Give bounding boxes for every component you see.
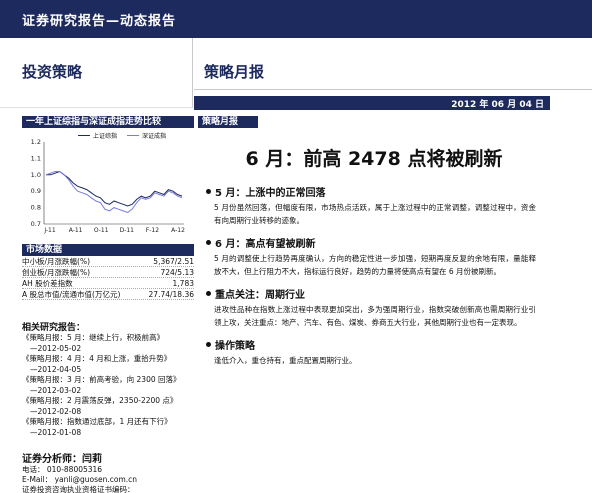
report-tag: 策略月报 <box>198 116 258 128</box>
report-top-bar: 证券研究报告—动态报告 <box>0 0 592 38</box>
chart-section-title: 一年上证综指与深证成指走势比较 <box>22 116 194 128</box>
category-label: 投资策略 <box>22 63 83 81</box>
header-right: 策略月报 <box>194 38 592 90</box>
section-body: 5 月的调整使上行趋势再度确认，方向的稳定性进一步加强，短期再度反复的余地有限，… <box>214 254 536 276</box>
market-data-table: 中小板/月涨跌幅(%) 5,367/2.51 创业板/月涨跌幅(%) 724/5.1… <box>22 256 194 300</box>
research-item-date: —2012-01-08 <box>30 427 82 437</box>
analyst-line: 证券分析师：闫莉 <box>22 450 194 465</box>
x-tick-label: J-11 <box>43 227 56 234</box>
x-tick-label: D-11 <box>120 227 135 234</box>
analyst-label: 证券分析师： <box>22 454 82 465</box>
market-row-value: 5,367/2.51 <box>153 257 194 266</box>
market-row-label: 中小板/月涨跌幅(%) <box>22 257 91 266</box>
series-line-1 <box>45 171 183 214</box>
market-row-value: 27.74/18.36 <box>148 290 194 299</box>
section-body: 进攻性品种在指数上涨过程中表现更加突出，多为强周期行业，指数突破创新高也需周期行… <box>214 305 536 327</box>
y-tick-label: 0.8 <box>31 204 41 212</box>
legend-swatch-0 <box>78 135 90 136</box>
market-data-title: 市场数据 <box>22 244 194 256</box>
report-kind-label: 策略月报 <box>204 63 265 81</box>
right-column: 策略月报 6 月：前高 2478 点将被刷新 5 月：上涨中的正常回落 5 月份… <box>198 116 550 367</box>
y-tick-label: 0.7 <box>31 220 41 228</box>
report-date: 2012 年 06 月 04 日 <box>451 100 544 110</box>
section-heading-text: 5 月：上涨中的正常回落 <box>215 188 326 199</box>
analyst-license: 证券投资咨询执业资格证书编码： S0980510120003 <box>22 485 135 493</box>
section-body: 5 月份虽然回落，但幅度有限，市场热点活跃，属于上涨过程中的正常调整，调整过程中… <box>214 203 536 225</box>
section-heading-text: 操作策略 <box>215 341 255 352</box>
analyst-name: 闫莉 <box>82 454 102 465</box>
section-heading-text: 6 月：高点有望被刷新 <box>215 239 316 250</box>
market-row-value: 724/5.13 <box>160 268 194 277</box>
research-item-date: —2012-02-08 <box>30 406 82 416</box>
section-heading: 操作策略 <box>206 337 550 352</box>
y-tick-label: 1.2 <box>31 138 41 146</box>
x-tick-label: F-12 <box>146 227 159 234</box>
research-item-date: —2012-05-02 <box>30 343 82 353</box>
analyst-phone: 电话： 010-88005316 <box>22 465 103 474</box>
research-item[interactable]: 《策略月报：指数通过底部，1 月还有下行》 —2012-01-08 <box>22 417 194 438</box>
research-item[interactable]: 《策略月报：2 月震荡反弹，2350-2200 点》 —2012-02-08 <box>22 396 194 417</box>
bullet-icon <box>206 240 211 245</box>
chart-legend: 上证综指 深证成指 <box>78 131 166 140</box>
related-research-title: 相关研究报告： <box>22 323 86 333</box>
y-tick-label: 0.9 <box>31 187 41 195</box>
market-row: A 股总市值/流通市值(万亿元) 27.74/18.36 <box>22 289 194 300</box>
related-research-list: 《策略月报：5 月：继续上行，积极前高》 —2012-05-02 《策略月报：4 … <box>22 333 194 438</box>
legend-item-0: 上证综指 <box>78 131 117 140</box>
legend-label-0: 上证综指 <box>93 133 118 140</box>
chart-svg: 0.7 0.8 0.9 1.0 1.1 1.2 J-11 A-11 O-11 D-11 F-12 A-… <box>31 138 185 234</box>
header-left: 投资策略 <box>0 38 193 108</box>
bullet-icon <box>206 342 211 347</box>
market-row-label: 创业板/月涨跌幅(%) <box>22 268 91 277</box>
section-body: 逢低介入，重仓持有，重点配置周期行业。 <box>214 356 357 365</box>
bullet-icon <box>206 291 211 296</box>
date-bar: 2012 年 06 月 04 日 <box>194 96 550 110</box>
research-item-title: 《策略月报：指数通过底部，1 月还有下行》 <box>22 417 172 426</box>
legend-swatch-1 <box>127 135 140 136</box>
index-comparison-chart: 0.7 0.8 0.9 1.0 1.1 1.2 J-11 A-11 O-11 D-11 F-12 A-… <box>22 128 194 236</box>
market-row-value: 1,783 <box>172 279 194 288</box>
research-item-date: —2012-03-02 <box>30 385 82 395</box>
market-row-label: AH 股价差指数 <box>22 279 73 288</box>
legend-item-1: 深证成指 <box>127 131 166 140</box>
research-item[interactable]: 《策略月报：5 月：继续上行，积极前高》 —2012-05-02 <box>22 333 194 354</box>
research-item-title: 《策略月报：4 月：4 月和上涨，重拾升势》 <box>22 354 172 363</box>
research-item-title: 《策略月报：5 月：继续上行，积极前高》 <box>22 333 165 342</box>
analyst-email[interactable]: E-Mail： yanli@guosen.com.cn <box>22 475 194 485</box>
research-item-title: 《策略月报：2 月震荡反弹，2350-2200 点》 <box>22 396 178 405</box>
y-tick-label: 1.0 <box>31 171 41 179</box>
research-item[interactable]: 《策略月报：3 月：前高考验，向 2300 回落》 —2012-03-02 <box>22 375 194 396</box>
market-row: AH 股价差指数 1,783 <box>22 278 194 289</box>
market-row: 创业板/月涨跌幅(%) 724/5.13 <box>22 267 194 278</box>
x-tick-label: A-12 <box>171 227 185 234</box>
section-heading: 5 月：上涨中的正常回落 <box>206 184 550 199</box>
research-item[interactable]: 《策略月报：4 月：4 月和上涨，重拾升势》 —2012-04-05 <box>22 354 194 375</box>
research-item-title: 《策略月报：3 月：前高考验，向 2300 回落》 <box>22 375 181 384</box>
section-heading: 重点关注：周期行业 <box>206 286 550 301</box>
section-heading: 6 月：高点有望被刷新 <box>206 235 550 250</box>
report-headline: 6 月：前高 2478 点将被刷新 <box>245 148 503 170</box>
x-tick-label: O-11 <box>94 227 109 234</box>
research-item-date: —2012-04-05 <box>30 364 82 374</box>
market-row-label: A 股总市值/流通市值(万亿元) <box>22 290 121 299</box>
section-heading-text: 重点关注：周期行业 <box>215 290 305 301</box>
market-row: 中小板/月涨跌幅(%) 5,367/2.51 <box>22 256 194 267</box>
left-column: 一年上证综指与深证成指走势比较 0.7 0.8 0.9 1.0 1.1 1.2 J-11 A-… <box>22 116 194 493</box>
y-tick-label: 1.1 <box>31 154 41 162</box>
legend-label-1: 深证成指 <box>142 133 167 140</box>
report-type-title: 证券研究报告—动态报告 <box>22 14 177 29</box>
bullet-icon <box>206 189 211 194</box>
x-tick-label: A-11 <box>69 227 83 234</box>
